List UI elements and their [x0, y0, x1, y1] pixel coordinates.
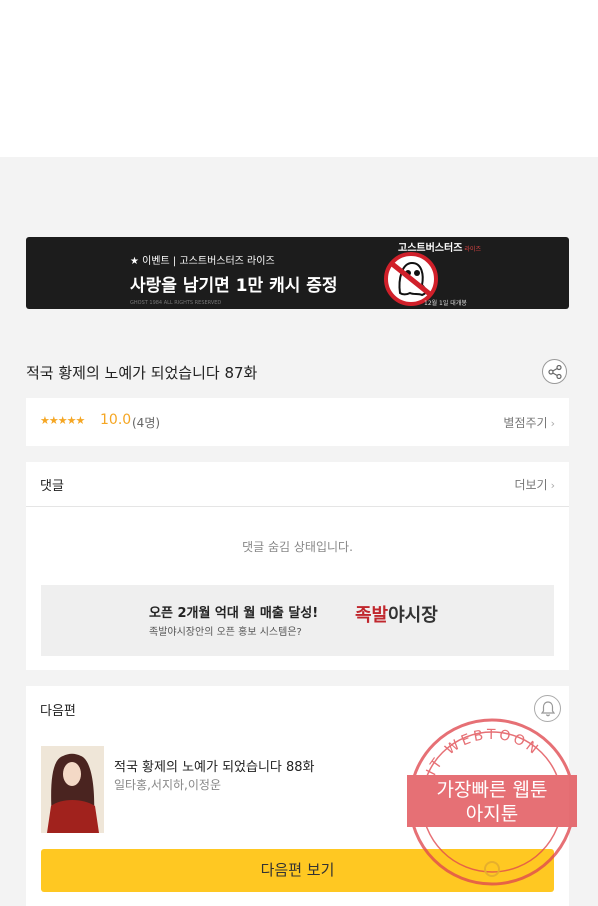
next-episode-title[interactable]: 적국 황제의 노예가 되었습니다 88화	[114, 756, 315, 775]
promo-ad[interactable]: 오픈 2개월 억대 월 매출 달성! 족발야시장안의 오픈 홍보 시스템은? 족…	[41, 585, 554, 656]
episode-title: 적국 황제의 노예가 되었습니다 87화	[26, 364, 258, 382]
rating-card: ★★★★★ 10.0 (4명) 별점주기 ›	[26, 398, 569, 446]
comments-card: 댓글 더보기 › 댓글 숨김 상태입니다. 오픈 2개월 억대 월 매출 달성! …	[26, 462, 569, 670]
next-episode-button[interactable]: 다음편 보기	[41, 849, 554, 892]
comments-hidden-message: 댓글 숨김 상태입니다.	[242, 540, 353, 554]
banner-headline: 사랑을 남기면 1만 캐시 증정	[130, 276, 338, 296]
event-banner[interactable]: ★ 이벤트 | 고스트버스터즈 라이즈 사랑을 남기면 1만 캐시 증정 GHO…	[26, 237, 569, 309]
share-button[interactable]	[542, 359, 567, 384]
comments-heading: 댓글	[40, 479, 64, 494]
top-blank-area	[0, 0, 598, 157]
next-episode-thumbnail[interactable]	[41, 746, 104, 833]
notification-button[interactable]	[534, 695, 561, 722]
share-icon	[548, 365, 562, 379]
rating-score: 10.0	[100, 412, 132, 428]
rating-count: (4명)	[132, 416, 161, 430]
banner-subtitle: ★ 이벤트 | 고스트버스터즈 라이즈	[130, 256, 275, 267]
promo-logo: 족발야시장	[355, 605, 438, 626]
rating-stars: ★★★★★	[40, 414, 85, 427]
promo-line-1: 오픈 2개월 억대 월 매출 달성!	[149, 606, 319, 621]
next-episode-authors: 일타홍,서지하,이정운	[114, 778, 221, 792]
next-episode-card: 다음편 적국 황제의 노예가 되었습니다 88화 일타홍,서지하,이정운 다음편…	[26, 686, 569, 906]
banner-fine-print: GHOST 1984 ALL RIGHTS RESERVED	[130, 300, 222, 306]
promo-line-2: 족발야시장안의 오픈 홍보 시스템은?	[149, 627, 302, 638]
chevron-right-icon: ›	[550, 417, 555, 430]
next-heading: 다음편	[40, 704, 76, 719]
divider	[26, 506, 569, 507]
bell-icon	[541, 701, 555, 717]
rate-button[interactable]: 별점주기 ›	[503, 414, 555, 431]
comments-more-button[interactable]: 더보기 ›	[514, 476, 555, 493]
banner-release-date: 12월 1일 대개봉	[424, 300, 467, 307]
chevron-right-icon: ›	[550, 479, 555, 492]
